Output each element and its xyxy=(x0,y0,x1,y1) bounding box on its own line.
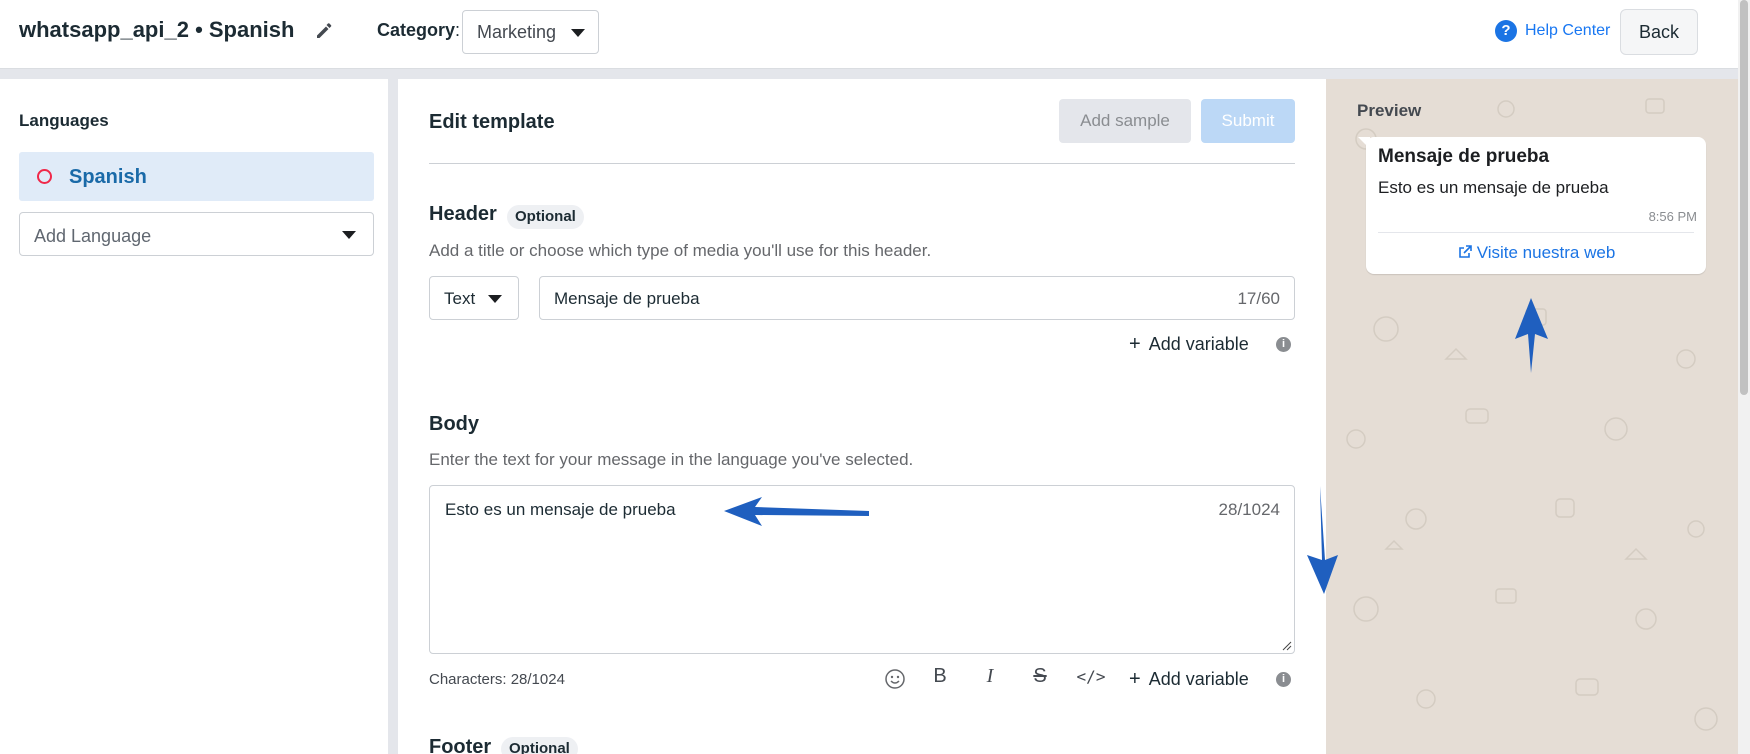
status-circle-icon xyxy=(37,169,52,184)
chevron-down-icon xyxy=(342,231,356,239)
header-input-value: Mensaje de prueba xyxy=(554,289,700,308)
preview-title: Preview xyxy=(1357,101,1422,120)
languages-sidebar: Languages Spanish Add Language xyxy=(0,79,388,754)
emoji-icon[interactable] xyxy=(884,668,906,690)
external-link-icon xyxy=(1458,245,1472,258)
pencil-icon[interactable] xyxy=(314,20,334,40)
header-char-counter: 17/60 xyxy=(1237,289,1280,308)
sidebar-item-spanish[interactable]: Spanish xyxy=(19,152,374,201)
preview-cta-button[interactable]: Visite nuestra web xyxy=(1366,243,1706,263)
template-title: whatsapp_api_2 • Spanish xyxy=(19,17,295,42)
preview-cta-label: Visite nuestra web xyxy=(1476,243,1616,262)
characters-count: Characters: 28/1024 xyxy=(429,671,565,688)
info-icon[interactable]: i xyxy=(1276,672,1291,687)
chevron-down-icon xyxy=(488,295,502,303)
header-add-variable-button[interactable]: + Add variable xyxy=(1129,333,1249,356)
header-type-value: Text xyxy=(444,289,476,308)
resize-handle-icon[interactable] xyxy=(1282,641,1292,651)
page-title: Edit template xyxy=(429,111,555,133)
divider xyxy=(0,69,1738,79)
languages-title: Languages xyxy=(19,111,109,130)
category-value: Marketing xyxy=(477,22,557,42)
body-text-value: Esto es un mensaje de prueba xyxy=(445,500,676,519)
strikethrough-button[interactable]: S xyxy=(1028,665,1052,688)
optional-badge: Optional xyxy=(501,737,578,754)
header-text-input[interactable]: Mensaje de prueba 17/60 xyxy=(539,276,1295,320)
divider xyxy=(1378,232,1694,233)
message-bubble: Mensaje de prueba Esto es un mensaje de … xyxy=(1366,137,1706,274)
edit-template-panel: Edit template Add sample Submit Header O… xyxy=(398,79,1326,754)
help-center-label: Help Center xyxy=(1525,22,1611,39)
bold-button[interactable]: B xyxy=(928,665,952,688)
italic-button[interactable]: I xyxy=(978,665,1002,688)
scrollbar-thumb[interactable] xyxy=(1740,0,1748,395)
question-icon: ? xyxy=(1495,20,1517,42)
divider xyxy=(388,79,398,754)
add-variable-label: Add variable xyxy=(1148,334,1249,354)
category-colon: : xyxy=(455,20,461,40)
code-button[interactable]: </> xyxy=(1074,667,1108,686)
header-description: Add a title or choose which type of medi… xyxy=(429,241,932,260)
plus-icon: + xyxy=(1129,333,1141,355)
body-description: Enter the text for your message in the l… xyxy=(429,450,914,469)
body-add-variable-button[interactable]: + Add variable xyxy=(1129,668,1249,691)
body-textarea[interactable]: Esto es un mensaje de prueba 28/1024 xyxy=(429,485,1295,654)
preview-timestamp: 8:56 PM xyxy=(1648,209,1697,224)
plus-icon: + xyxy=(1129,668,1141,690)
add-language-placeholder: Add Language xyxy=(34,226,152,246)
back-button[interactable]: Back xyxy=(1620,9,1698,55)
add-sample-button[interactable]: Add sample xyxy=(1059,99,1191,143)
preview-header: Mensaje de prueba xyxy=(1378,146,1550,167)
submit-button[interactable]: Submit xyxy=(1201,99,1295,143)
divider xyxy=(429,163,1295,164)
category-select[interactable]: Marketing xyxy=(462,10,599,54)
body-char-counter: 28/1024 xyxy=(1218,500,1280,519)
top-bar: whatsapp_api_2 • Spanish Category: Marke… xyxy=(0,0,1750,69)
optional-badge: Optional xyxy=(507,205,584,229)
info-icon[interactable]: i xyxy=(1276,337,1291,352)
add-variable-label: Add variable xyxy=(1148,669,1249,689)
category-label: Category: xyxy=(377,20,461,40)
help-center-link[interactable]: ? Help Center xyxy=(1495,20,1610,42)
body-section-title: Body xyxy=(429,413,479,435)
preview-body: Esto es un mensaje de prueba xyxy=(1378,178,1609,197)
header-type-select[interactable]: Text xyxy=(429,276,519,320)
language-label: Spanish xyxy=(69,166,147,188)
chevron-down-icon xyxy=(571,29,585,37)
preview-panel: Preview Mensaje de prueba Esto es un men… xyxy=(1326,79,1738,754)
add-language-select[interactable]: Add Language xyxy=(19,212,374,256)
header-section-title: Header xyxy=(429,203,497,225)
footer-section-title: Footer xyxy=(429,736,492,754)
